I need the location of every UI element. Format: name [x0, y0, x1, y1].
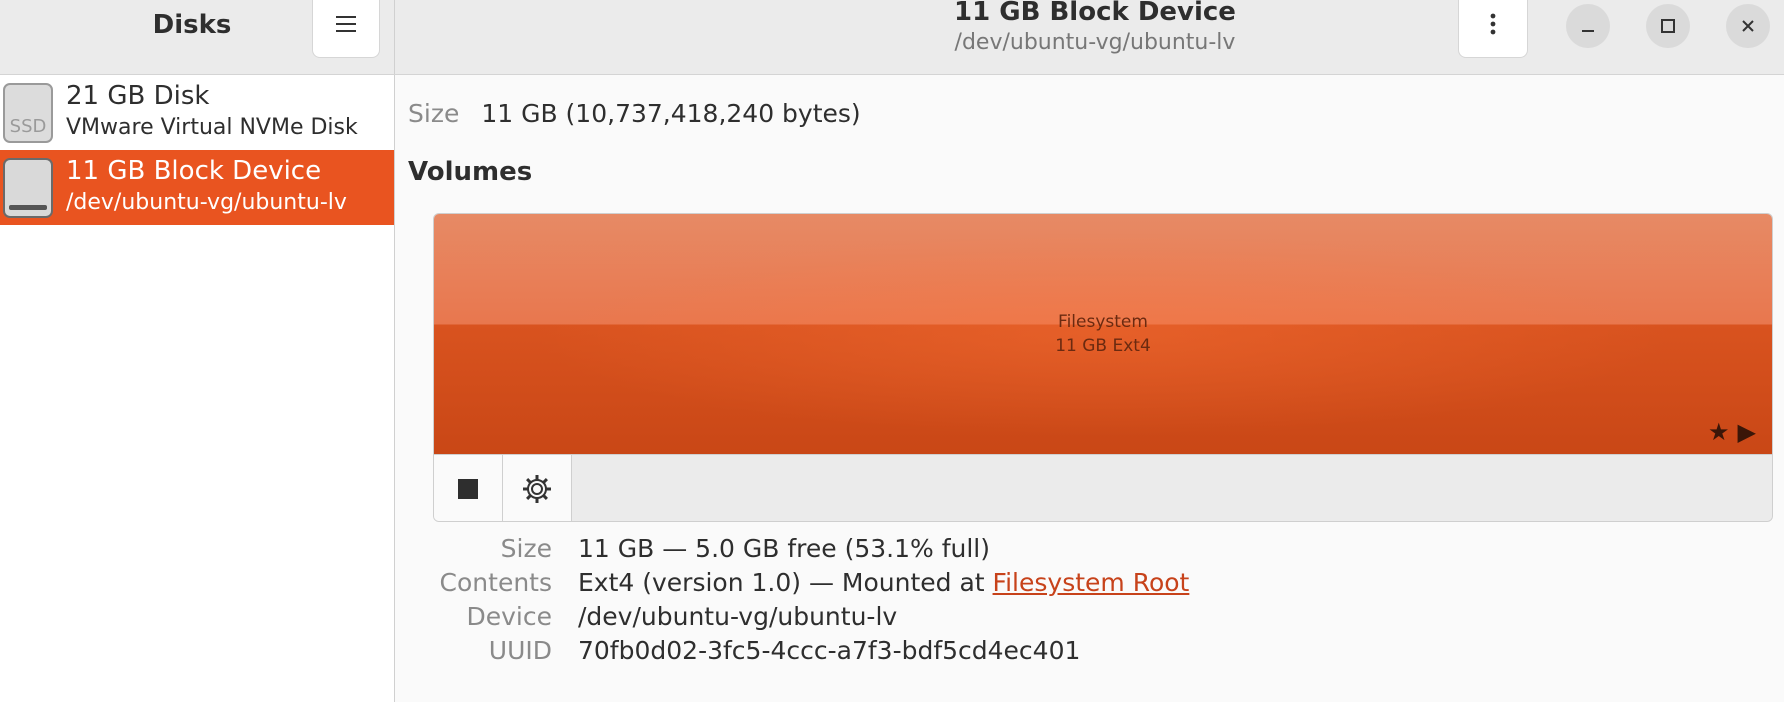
- filesystem-partition[interactable]: Filesystem 11 GB Ext4 ★▶: [434, 214, 1772, 454]
- gear-icon: [523, 474, 551, 503]
- detail-device-value: /dev/ubuntu-vg/ubuntu-lv: [578, 602, 898, 631]
- sidebar-header: Disks: [0, 0, 395, 74]
- disk-item-subtitle: VMware Virtual NVMe Disk: [66, 115, 358, 140]
- detail-size-value: 11 GB — 5.0 GB free (53.1% full): [578, 534, 990, 563]
- contents-text: Ext4 (version 1.0) — Mounted at: [578, 568, 993, 597]
- vertical-dots-icon: [1490, 13, 1496, 35]
- detail-contents-label: Contents: [439, 568, 552, 597]
- mounted-star-play-icon: ★▶: [1708, 418, 1764, 446]
- device-title: 11 GB Block Device: [954, 0, 1236, 27]
- device-subtitle: /dev/ubuntu-vg/ubuntu-lv: [954, 30, 1236, 55]
- partition-label: Filesystem 11 GB Ext4: [434, 310, 1772, 358]
- header-bar: Disks 11 GB Block Device /dev/ubuntu-vg/…: [0, 0, 1784, 75]
- disk-item-block-device[interactable]: 11 GB Block Device /dev/ubuntu-vg/ubuntu…: [0, 150, 394, 225]
- device-details-pane: Size 11 GB (10,737,418,240 bytes) Volumes…: [395, 75, 1784, 702]
- detail-uuid-value: 70fb0d02-3fc5-4ccc-a7f3-bdf5cd4ec401: [578, 636, 1081, 665]
- partition-type: Filesystem: [1058, 312, 1148, 332]
- drive-options-button[interactable]: [1458, 0, 1528, 58]
- volume-toolbar: [434, 454, 1772, 521]
- maximize-icon: [1661, 19, 1675, 33]
- disk-item-21gb[interactable]: SSD 21 GB Disk VMware Virtual NVMe Disk: [0, 75, 394, 150]
- device-size-label: Size: [408, 99, 460, 128]
- detail-uuid-label: UUID: [488, 636, 552, 665]
- detail-contents-value: Ext4 (version 1.0) — Mounted at Filesyst…: [578, 568, 1189, 597]
- disk-list-sidebar: SSD 21 GB Disk VMware Virtual NVMe Disk …: [0, 75, 395, 702]
- device-size-value: 11 GB (10,737,418,240 bytes): [481, 99, 861, 128]
- filesystem-root-link[interactable]: Filesystem Root: [993, 568, 1190, 597]
- disk-item-title: 21 GB Disk: [66, 81, 210, 111]
- minimize-button[interactable]: [1566, 4, 1610, 48]
- close-button[interactable]: [1726, 4, 1770, 48]
- stop-icon: [458, 478, 478, 499]
- minimize-icon: [1582, 30, 1594, 32]
- hamburger-menu-icon: [336, 16, 356, 32]
- ssd-icon: SSD: [3, 83, 53, 143]
- unmount-button[interactable]: [434, 455, 503, 521]
- main-menu-button[interactable]: [312, 0, 380, 58]
- volumes-heading: Volumes: [408, 157, 533, 187]
- partition-size: 11 GB Ext4: [1055, 336, 1151, 356]
- detail-size-label: Size: [500, 534, 552, 563]
- ssd-icon-label: SSD: [9, 116, 47, 137]
- close-icon: [1742, 20, 1754, 32]
- detail-device-label: Device: [466, 602, 553, 631]
- maximize-button[interactable]: [1646, 4, 1690, 48]
- disk-item-title: 11 GB Block Device: [66, 156, 322, 186]
- disk-item-subtitle: /dev/ubuntu-vg/ubuntu-lv: [66, 190, 347, 215]
- partition-settings-button[interactable]: [503, 455, 572, 521]
- device-size-row: Size 11 GB (10,737,418,240 bytes): [408, 99, 861, 128]
- volumes-graphic: Filesystem 11 GB Ext4 ★▶: [433, 213, 1773, 522]
- block-device-icon: [3, 158, 53, 218]
